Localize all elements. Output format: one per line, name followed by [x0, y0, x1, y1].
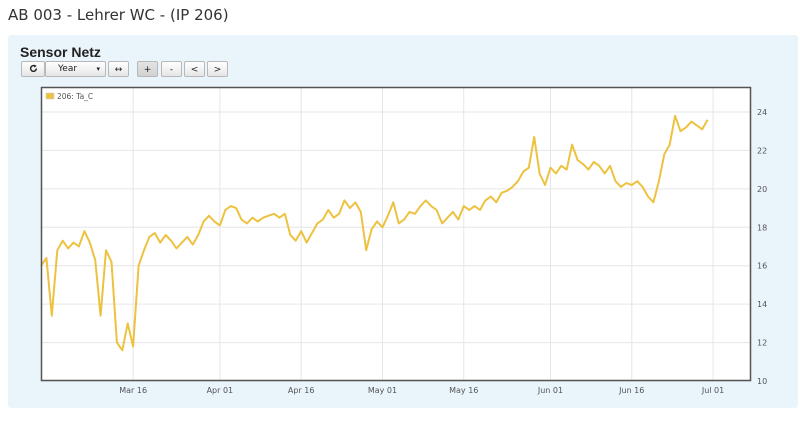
x-tick-label: Apr 01	[207, 386, 234, 395]
y-tick-label: 18	[757, 223, 767, 232]
chart-area: 10 12 14 16 18 20 22 24 Mar 16 Apr 01 Apr 16 May 01…	[32, 81, 790, 427]
x-tick-label: Jun 16	[618, 386, 644, 395]
y-tick-label: 10	[757, 377, 767, 386]
next-button[interactable]: >	[207, 61, 228, 77]
x-tick-label: May 16	[449, 386, 478, 395]
legend-swatch	[45, 92, 55, 100]
previous-button[interactable]: <	[184, 61, 205, 77]
expand-range-button[interactable]: ↔	[108, 61, 129, 77]
y-tick-label: 22	[757, 146, 767, 155]
y-tick-label: 14	[757, 300, 767, 309]
panel-title: Sensor Netz	[20, 44, 101, 60]
chevron-down-icon: ▾	[96, 65, 100, 73]
x-tick-label: Jul 01	[701, 386, 724, 395]
y-tick-label: 20	[757, 185, 767, 194]
sensor-panel: Sensor Netz Year ▾ ↔ + - < > 10 12 14 16 18 2…	[8, 35, 798, 408]
refresh-button[interactable]	[21, 61, 45, 77]
zoom-out-button[interactable]: -	[161, 61, 182, 77]
x-tick-label: Jun 01	[537, 386, 563, 395]
range-select-value: Year	[58, 64, 78, 74]
chart-legend: 206: Ta_C	[43, 90, 97, 102]
temperature-chart: 10 12 14 16 18 20 22 24 Mar 16 Apr 01 Apr 16 May 01…	[40, 86, 767, 395]
y-tick-label: 24	[757, 108, 767, 117]
zoom-in-button[interactable]: +	[137, 61, 158, 77]
y-tick-label: 16	[757, 262, 767, 271]
plot-background	[41, 87, 751, 381]
x-tick-label: Mar 16	[119, 386, 147, 395]
x-tick-label: May 01	[368, 386, 397, 395]
range-select[interactable]: Year ▾	[45, 61, 106, 77]
legend-label: 206: Ta_C	[57, 92, 93, 101]
y-tick-label: 12	[757, 339, 767, 348]
refresh-icon	[29, 64, 38, 75]
x-tick-label: Apr 16	[288, 386, 315, 395]
page-title: AB 003 - Lehrer WC - (IP 206)	[8, 6, 229, 24]
